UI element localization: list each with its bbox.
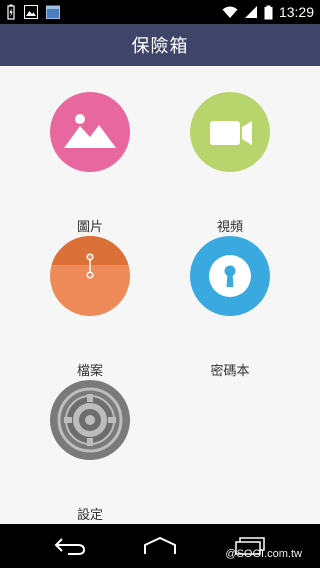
image-icon bbox=[64, 114, 116, 148]
keyhole-icon bbox=[209, 255, 251, 297]
tile-videos[interactable]: 視頻 bbox=[170, 92, 290, 235]
calendar-icon bbox=[46, 5, 60, 19]
signal-icon bbox=[244, 6, 257, 18]
folder-icon bbox=[50, 236, 130, 279]
watermark: @SOGI.com.tw bbox=[225, 548, 302, 560]
status-time: 13:29 bbox=[278, 4, 314, 20]
battery-icon bbox=[264, 5, 273, 19]
image-icon bbox=[24, 5, 38, 19]
settings-circle bbox=[50, 380, 130, 460]
tile-label-settings: 設定 bbox=[76, 508, 103, 523]
files-circle bbox=[50, 236, 130, 316]
tile-label-pictures: 圖片 bbox=[76, 220, 103, 235]
tile-passwords[interactable]: 密碼本 bbox=[170, 236, 290, 379]
safe-dial-icon bbox=[57, 387, 123, 453]
videos-circle bbox=[190, 92, 270, 172]
tile-files[interactable]: 檔案 bbox=[30, 236, 150, 379]
status-right-icons: 13:29 bbox=[222, 3, 314, 21]
status-left-icons bbox=[6, 4, 60, 20]
pictures-circle bbox=[50, 92, 130, 172]
battery-charging-icon bbox=[7, 4, 15, 20]
tile-settings[interactable]: 設定 bbox=[30, 380, 150, 523]
tile-pictures[interactable]: 圖片 bbox=[30, 92, 150, 235]
status-bar: 13:29 bbox=[0, 0, 320, 24]
home-icon[interactable] bbox=[142, 536, 178, 556]
tile-label-passwords: 密碼本 bbox=[210, 364, 250, 379]
vault-grid: 圖片 視頻 檔案 密碼本 設定 bbox=[0, 66, 320, 524]
tile-label-videos: 視頻 bbox=[216, 220, 243, 235]
back-icon[interactable] bbox=[52, 536, 88, 556]
tile-label-files: 檔案 bbox=[76, 364, 103, 379]
app-bar: 保險箱 bbox=[0, 24, 320, 66]
video-camera-icon bbox=[210, 121, 252, 145]
navigation-bar bbox=[0, 524, 320, 568]
passwords-circle bbox=[190, 236, 270, 316]
page-title: 保險箱 bbox=[131, 36, 189, 57]
wifi-icon bbox=[222, 6, 238, 18]
